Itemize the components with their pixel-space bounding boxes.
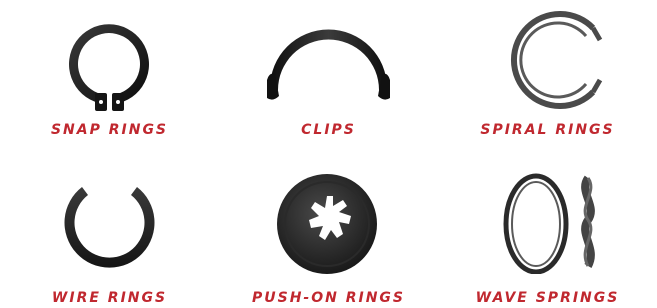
snap-ring-icon[interactable]	[0, 0, 219, 120]
spiral-ring-icon[interactable]	[438, 0, 657, 120]
clip-icon[interactable]	[219, 0, 438, 120]
product-label[interactable]: Wire Rings	[0, 290, 219, 306]
product-clips[interactable]: Clips	[219, 0, 438, 154]
product-spiral-rings[interactable]: Spiral Rings	[438, 0, 657, 154]
product-label[interactable]: Push-On Rings	[219, 290, 438, 306]
product-label[interactable]: Wave Springs	[438, 290, 657, 306]
product-wire-rings[interactable]: Wire Rings	[0, 154, 219, 308]
wire-ring-icon[interactable]	[0, 154, 219, 274]
push-on-ring-icon[interactable]	[219, 154, 438, 274]
product-label[interactable]: Snap Rings	[0, 122, 219, 138]
product-push-on-rings[interactable]: Push-On Rings	[219, 154, 438, 308]
product-wave-springs[interactable]: Wave Springs	[438, 154, 657, 308]
product-grid: Snap Rings Clips	[0, 0, 657, 308]
product-label[interactable]: Clips	[219, 122, 438, 138]
product-label[interactable]: Spiral Rings	[438, 122, 657, 138]
wave-spring-icon[interactable]	[438, 154, 657, 274]
product-snap-rings[interactable]: Snap Rings	[0, 0, 219, 154]
